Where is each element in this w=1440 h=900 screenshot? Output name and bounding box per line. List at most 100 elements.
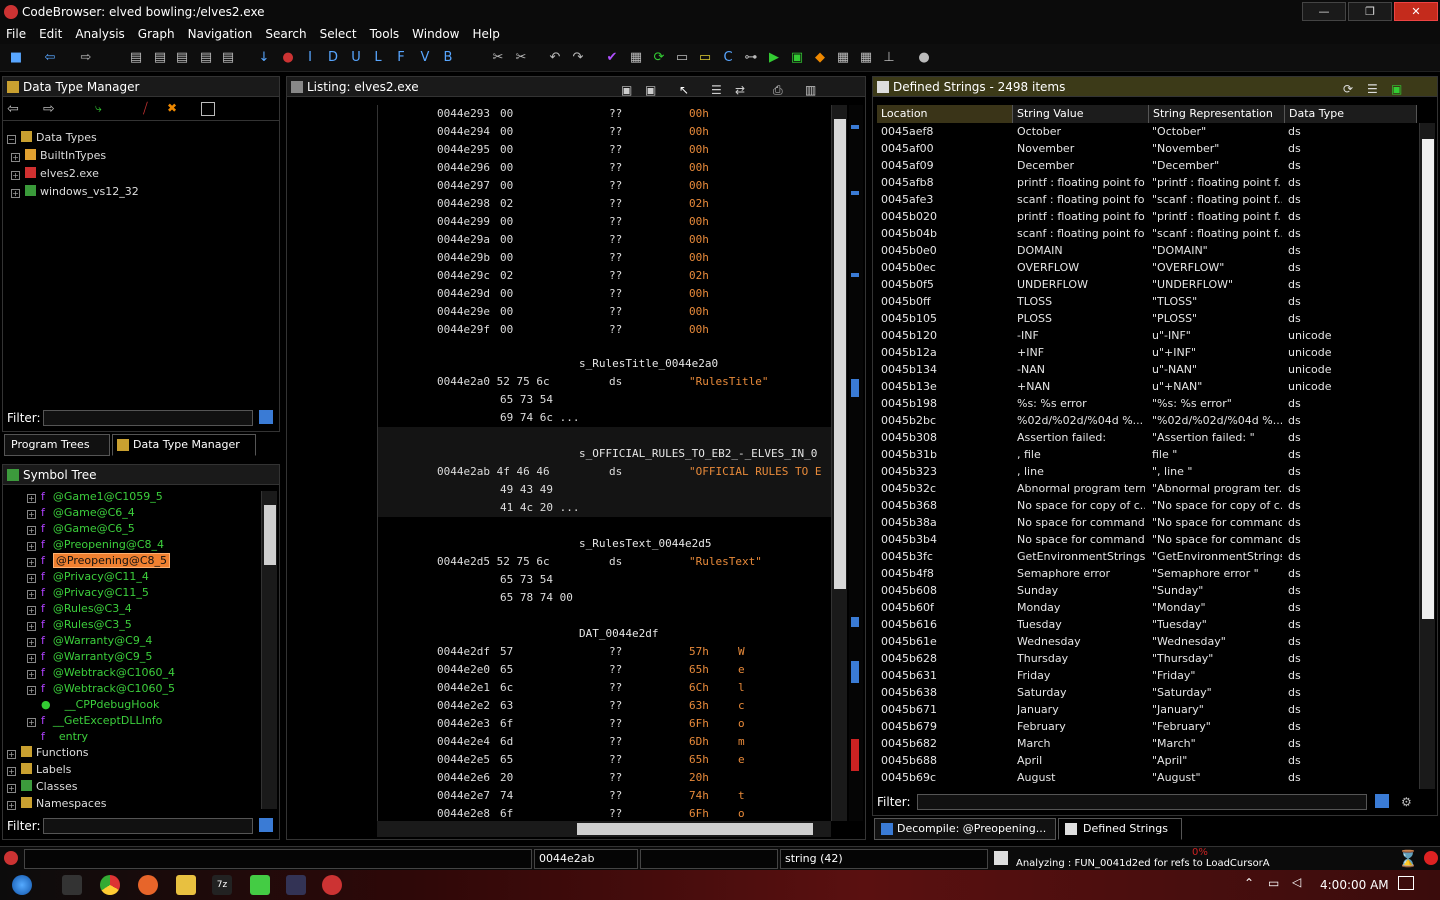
symbol-item[interactable]: + f @Preopening@C8_4 [27,537,164,553]
nav-u-icon[interactable]: U [348,50,364,66]
string-row[interactable]: 0045b688 April "April" ds [877,752,1417,769]
scroll-thumb[interactable] [1422,139,1434,619]
chrome-icon[interactable] [100,875,120,895]
cancel-task-icon[interactable] [1424,851,1438,865]
folder-classes[interactable]: + Classes [7,779,77,795]
string-row[interactable]: 0045aef8 October "October" ds [877,123,1417,140]
string-row[interactable]: 0045b020 printf : floating point fo... "pr… [877,208,1417,225]
close-button[interactable]: ✕ [1394,2,1438,21]
listing-address[interactable]: 0044e29f [437,321,490,339]
string-row[interactable]: 0045afb8 printf : floating point fo... "pr… [877,174,1417,191]
string-row[interactable]: 0045b60f Monday "Monday" ds [877,599,1417,616]
symbol-item[interactable]: ● __CPPdebugHook [41,697,159,713]
string-row[interactable]: 0045b631 Friday "Friday" ds [877,667,1417,684]
menu-select[interactable]: Select [320,27,357,41]
listing-address[interactable]: 0044e29c [437,267,490,285]
dtm-forward-icon[interactable]: ⇨ [43,101,55,117]
copy-icon[interactable]: ▣ [621,80,632,100]
string-row[interactable]: 0045b2bc %02d/%02d/%04d %... "%02d/%02d/%0… [877,412,1417,429]
string-row[interactable]: 0045b3b4 No space for command ... "No spac… [877,531,1417,548]
ghidra-taskbar-icon[interactable] [322,875,342,895]
network-icon[interactable]: ▭ [1268,876,1279,890]
diff-icon[interactable]: ⇄ [735,80,745,100]
task-view-icon[interactable] [62,875,82,895]
listing-address[interactable]: 0044e299 [437,213,490,231]
tab-data-type-manager[interactable]: Data Type Manager [112,434,256,456]
notification-icon[interactable] [1398,876,1414,890]
memory-icon[interactable]: ▦ [628,50,644,66]
redo-icon[interactable]: ↷ [570,50,586,66]
forward-arrow-icon[interactable]: ⇨ [78,50,94,66]
symbol-item[interactable]: + f @Rules@C3_4 [27,601,132,617]
app2-icon[interactable] [286,875,306,895]
task-icon[interactable] [994,851,1008,865]
list-icon[interactable]: ☰ [1367,79,1378,99]
down-arrow-icon[interactable]: ↓ [256,50,272,66]
menu-graph[interactable]: Graph [138,27,175,41]
tab-program-trees[interactable]: Program Trees [4,434,110,456]
string-row[interactable]: 0045b0e0 DOMAIN "DOMAIN" ds [877,242,1417,259]
listing-address[interactable]: 0044e295 [437,141,490,159]
string-row[interactable]: 0045af00 November "November" ds [877,140,1417,157]
listing-address[interactable]: 0044e2df [437,643,490,661]
listing-label[interactable]: s_OFFICIAL_RULES_TO_EB2_-_ELVES_IN_0 [579,445,817,463]
menu-navigation[interactable]: Navigation [188,27,253,41]
chevron-up-icon[interactable]: ⌃ [1244,876,1254,890]
listing-address[interactable]: 0044e298 [437,195,490,213]
next-undefined-icon[interactable]: ▤ [198,50,214,66]
col-data-type[interactable]: Data Type [1285,105,1417,123]
listing-address[interactable]: 0044e29d [437,285,490,303]
string-row[interactable]: 0045b31b , file file " ds [877,446,1417,463]
tools-icon[interactable]: ✂ [490,50,506,66]
collapse-icon[interactable]: − [7,135,16,144]
string-row[interactable]: 0045b368 No space for copy of c... "No spa… [877,497,1417,514]
symtree-scrollbar[interactable] [261,491,277,809]
string-row[interactable]: 0045b61e Wednesday "Wednesday" ds [877,633,1417,650]
string-row[interactable]: 0045af09 December "December" ds [877,157,1417,174]
menu-analysis[interactable]: Analysis [75,27,124,41]
symbol-item[interactable]: + f @Warranty@C9_4 [27,633,152,649]
check-icon[interactable]: ✔ [604,50,620,66]
strings-scrollbar[interactable] [1419,123,1435,789]
graph-icon[interactable]: ⊶ [743,50,759,66]
string-row[interactable]: 0045b38a No space for command ... "No spac… [877,514,1417,531]
listing-address[interactable]: 0044e2e5 [437,751,490,769]
string-row[interactable]: 0045b638 Saturday "Saturday" ds [877,684,1417,701]
dtm-arrange-icon[interactable]: ⤷ [95,101,102,116]
string-row[interactable]: 0045b69c August "August" ds [877,769,1417,786]
symbol-item[interactable]: f entry [41,729,88,745]
listing-address[interactable]: 0044e293 [437,105,490,123]
listing-address[interactable]: 0044e2e0 [437,661,490,679]
string-row[interactable]: 0045b682 March "March" ds [877,735,1417,752]
symbol-item[interactable]: + f @Webtrack@C1060_4 [27,665,175,681]
menu-tools[interactable]: Tools [370,27,400,41]
listing-address[interactable]: 0044e2e7 [437,787,490,805]
symbol-item-selected[interactable]: + f @Preopening@C8_5 [27,553,171,569]
undo-icon[interactable]: ↶ [547,50,563,66]
listing-address[interactable]: 0044e2e1 [437,679,490,697]
filter-options-icon[interactable] [259,818,273,832]
string-row[interactable]: 0045b0f5 UNDERFLOW "UNDERFLOW" ds [877,276,1417,293]
bookmark-icon[interactable]: ▤ [128,50,144,66]
cursor-icon[interactable]: ↖ [679,80,689,100]
folder-functions[interactable]: + Functions [7,745,89,761]
symbol-item[interactable]: + f @Webtrack@C1060_5 [27,681,175,697]
col-string-value[interactable]: String Value [1013,105,1149,123]
save-icon[interactable]: ■ [8,50,24,66]
run-icon[interactable]: ▶ [766,50,782,66]
string-row[interactable]: 0045afe3 scanf : floating point fo... "sca… [877,191,1417,208]
string-row[interactable]: 0045b0ff TLOSS "TLOSS" ds [877,293,1417,310]
next-label-icon[interactable]: ▤ [220,50,236,66]
string-row[interactable]: 0045b323 , line ", line " ds [877,463,1417,480]
layout-icon[interactable]: ▥ [805,80,816,100]
symbol-item[interactable]: + f @Privacy@C11_4 [27,569,149,585]
string-row[interactable]: 0045b616 Tuesday "Tuesday" ds [877,616,1417,633]
symbol-item[interactable]: + f @Game1@C1059_5 [27,489,163,505]
select-icon[interactable]: ▣ [1391,79,1402,99]
string-row[interactable]: 0045b105 PLOSS "PLOSS" ds [877,310,1417,327]
menu-help[interactable]: Help [473,27,500,41]
symbol-item[interactable]: + f @Warranty@C9_5 [27,649,152,665]
refresh-icon[interactable]: ⟳ [1343,79,1353,99]
tree-icon[interactable]: ⊥ [881,50,897,66]
diamond-icon[interactable]: ◆ [812,50,828,66]
